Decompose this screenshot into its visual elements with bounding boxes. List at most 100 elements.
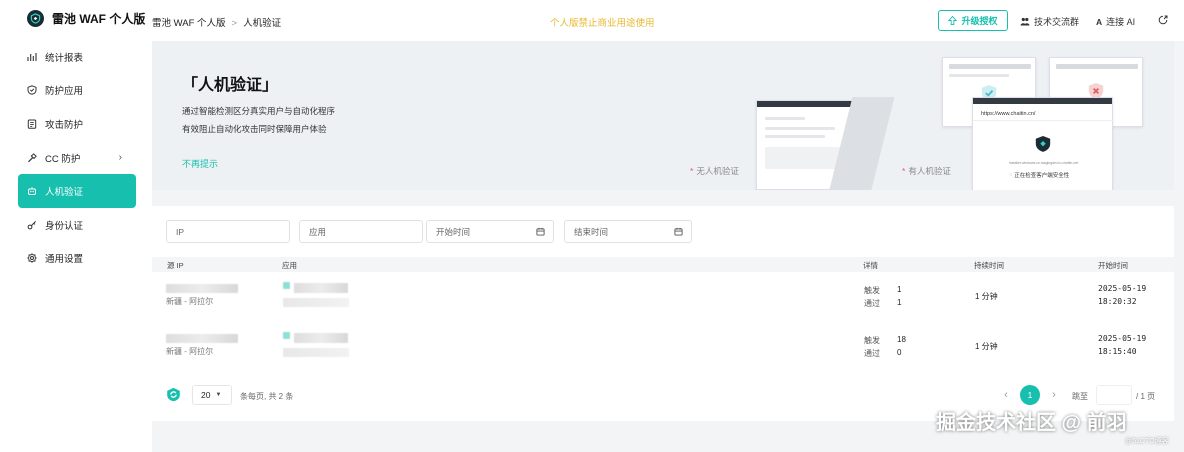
ip-location: 新疆 - 阿拉尔 xyxy=(166,347,214,356)
breadcrumb: 雷池 WAF 个人版 > 人机验证 xyxy=(152,15,281,29)
bar-chart-icon xyxy=(27,52,37,62)
detail-triggered-label: 触发 xyxy=(864,336,880,345)
redacted-ip xyxy=(166,334,238,343)
illustration-captcha-window: https://www.chaitin.cn/ Installer.window… xyxy=(972,97,1114,190)
breadcrumb-home[interactable]: 雷池 WAF 个人版 xyxy=(152,18,226,29)
ip-filter-placeholder: IP xyxy=(176,226,185,237)
sidebar-item-statistics[interactable]: 统计报表 xyxy=(18,40,136,74)
watermark: 掘金技术社区 @ 前羽 xyxy=(936,412,1127,434)
community-label: 技术交流群 xyxy=(1034,17,1080,27)
redacted-app-name xyxy=(294,283,348,293)
app-logo[interactable]: 雷池 WAF 个人版 xyxy=(27,10,145,27)
community-button[interactable]: 技术交流群 xyxy=(1020,15,1079,28)
pagination-summary: 条每页, 共 2 条 xyxy=(240,392,294,401)
app-name: 雷池 WAF 个人版 xyxy=(52,12,146,26)
pagination-bar: 20 ▼ 条每页, 共 2 条 ‹ 1 › 跳至 / 1 页 xyxy=(152,382,1174,408)
sidebar-item-label: 统计报表 xyxy=(45,52,84,64)
intro-banner: 「人机验证」 通过智能检测区分真实用户与自动化程序 有效阻止自动化攻击同时保障用… xyxy=(152,41,1174,190)
mock-url: https://www.chaitin.cn/ xyxy=(981,111,1036,117)
start-date: 2025-05-19 xyxy=(1098,284,1147,293)
safeline-logo-icon xyxy=(27,10,44,27)
sidebar-item-protected-apps[interactable]: 防护应用 xyxy=(18,74,136,108)
next-page-button[interactable]: › xyxy=(1044,385,1064,405)
column-source-ip: 源 IP xyxy=(167,261,184,270)
redacted-ip xyxy=(166,284,238,293)
sidebar: 雷池 WAF 个人版 统计报表 防护应用 攻击防护 CC 防护 › 人机验证 身… xyxy=(0,0,152,452)
loading-spinner-icon: ◌ xyxy=(1009,172,1013,178)
placeholder-line xyxy=(765,127,835,130)
records-panel: IP 应用 开始时间 结束时间 源 IP 应用 详情 持续时间 开始时间 新疆 … xyxy=(152,206,1174,421)
sidebar-item-identity-auth[interactable]: 身份认证 xyxy=(18,208,136,242)
key-icon xyxy=(27,220,37,230)
sidebar-item-attack-protection[interactable]: 攻击防护 xyxy=(18,107,136,141)
duration: 1 分钟 xyxy=(975,342,998,351)
app-filter-select[interactable]: 应用 xyxy=(299,220,423,243)
chevron-right-icon: › xyxy=(118,151,122,163)
connect-ai-button[interactable]: A 连接 AI xyxy=(1096,15,1135,28)
placeholder-line xyxy=(949,74,1009,77)
banner-title: 「人机验证」 xyxy=(182,77,279,94)
chevron-right-icon: › xyxy=(1052,389,1056,401)
logout-button[interactable] xyxy=(1158,15,1168,25)
redacted-app-url xyxy=(283,348,349,357)
column-application: 应用 xyxy=(282,261,297,270)
logout-icon xyxy=(1158,15,1168,25)
sidebar-item-general-settings[interactable]: 通用设置 xyxy=(18,242,136,276)
sidebar-item-label: 防护应用 xyxy=(45,86,84,98)
sidebar-item-captcha[interactable]: 人机验证 xyxy=(18,174,136,208)
detail-triggered-label: 触发 xyxy=(864,286,880,295)
upgrade-arrow-icon xyxy=(948,16,958,25)
end-time-placeholder: 结束时间 xyxy=(574,226,609,237)
ip-filter-input[interactable]: IP xyxy=(166,220,290,243)
caption-with-captcha: * 有人机验证 xyxy=(902,166,951,176)
sidebar-item-label: 身份认证 xyxy=(45,220,84,232)
end-time-picker[interactable]: 结束时间 xyxy=(564,220,692,243)
robot-icon xyxy=(27,186,37,196)
page-1-button[interactable]: 1 xyxy=(1020,385,1040,405)
page-size-value: 20 xyxy=(201,390,211,400)
chevron-left-icon: ‹ xyxy=(1004,389,1008,401)
detail-triggered-count: 18 xyxy=(897,335,906,344)
hammer-icon xyxy=(27,152,37,163)
start-time-picker[interactable]: 开始时间 xyxy=(426,220,554,243)
goto-page-input[interactable] xyxy=(1096,385,1132,405)
upgrade-label: 升级授权 xyxy=(961,16,998,26)
upgrade-license-button[interactable]: 升级授权 xyxy=(938,10,1008,31)
detail-passed-count: 1 xyxy=(897,298,902,307)
connect-ai-label: 连接 AI xyxy=(1106,17,1136,27)
app-filter-placeholder: 应用 xyxy=(309,226,327,237)
calendar-icon xyxy=(536,227,545,236)
safeline-shield-icon xyxy=(1035,136,1051,152)
column-duration: 持续时间 xyxy=(974,261,1004,270)
mock-status: ◌ 正在检查客户端安全性 xyxy=(1009,171,1069,179)
dismiss-tips-link[interactable]: 不再提示 xyxy=(182,157,218,170)
mock-small-text: Installer.windows.co.stagingdev.io.chait… xyxy=(1008,161,1079,165)
table-row[interactable]: 新疆 - 阿拉尔 触发 18 通过 0 1 分钟 2025-05-19 18:1… xyxy=(152,325,1174,373)
detail-passed-label: 通过 xyxy=(864,299,880,308)
start-time: 18:15:40 xyxy=(1098,347,1137,356)
placeholder-line xyxy=(1056,64,1138,69)
table-header: 源 IP 应用 详情 持续时间 开始时间 xyxy=(152,257,1174,272)
sidebar-item-cc-protection[interactable]: CC 防护 › xyxy=(18,141,136,175)
sidebar-item-label: 通用设置 xyxy=(45,254,84,266)
page-size-select[interactable]: 20 ▼ xyxy=(192,385,232,405)
detail-triggered-count: 1 xyxy=(897,285,902,294)
document-icon xyxy=(27,119,37,129)
sidebar-item-label: 人机验证 xyxy=(45,187,84,199)
app-favicon xyxy=(283,282,290,289)
column-details: 详情 xyxy=(863,261,878,270)
chevron-right-icon: > xyxy=(231,18,238,29)
duration: 1 分钟 xyxy=(975,292,998,301)
caption-without-captcha: * 无人机验证 xyxy=(690,166,739,176)
sidebar-item-label: 攻击防护 xyxy=(45,119,84,131)
column-start-time: 开始时间 xyxy=(1098,261,1128,270)
caption-text: 无人机验证 xyxy=(696,166,739,176)
prev-page-button[interactable]: ‹ xyxy=(996,385,1016,405)
refresh-icon[interactable] xyxy=(166,387,181,402)
redacted-app-url xyxy=(283,298,349,307)
start-time-placeholder: 开始时间 xyxy=(436,226,471,237)
table-row[interactable]: 新疆 - 阿拉尔 触发 1 通过 1 1 分钟 2025-05-19 18:20… xyxy=(152,275,1174,323)
total-pages: / 1 页 xyxy=(1136,392,1156,401)
goto-label: 跳至 xyxy=(1072,392,1088,401)
banner-description-line2: 有效阻止自动化攻击同时保障用户体验 xyxy=(182,124,327,134)
